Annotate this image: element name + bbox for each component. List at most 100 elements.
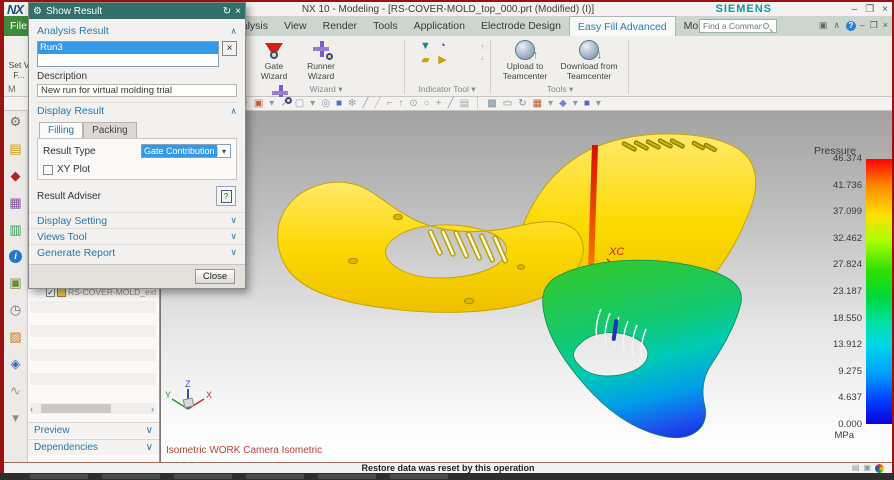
circle-center-icon[interactable]: ⊙ bbox=[409, 98, 417, 110]
dependencies-section[interactable]: Dependencies ∨ bbox=[28, 439, 159, 455]
doc-close-icon[interactable]: × bbox=[883, 20, 888, 31]
wizard-group-label[interactable]: Wizard ▾ bbox=[252, 84, 400, 95]
tab-view[interactable]: View bbox=[276, 16, 315, 36]
scrollbar-thumb[interactable] bbox=[41, 404, 111, 413]
gear-icon[interactable]: ⚙ bbox=[10, 115, 22, 129]
close-icon[interactable]: × bbox=[882, 4, 888, 15]
window-cascade-icon[interactable]: ▣ bbox=[863, 464, 871, 472]
system-clock-icon[interactable]: ◷ bbox=[10, 303, 21, 317]
indicator-group-label[interactable]: Indicator Tool ▾ bbox=[408, 84, 486, 95]
preview-section[interactable]: Preview ∨ bbox=[28, 422, 159, 438]
tab-tools[interactable]: Tools bbox=[365, 16, 406, 36]
flow-indicator-icon[interactable]: ▰ bbox=[418, 54, 433, 66]
dialog-title-bar[interactable]: ⚙ Show Result ↻ × bbox=[29, 3, 245, 19]
refresh-icon[interactable]: ↻ bbox=[518, 98, 526, 110]
sphere-icon[interactable]: ◎ bbox=[321, 98, 330, 110]
doc-minimize-icon[interactable]: – bbox=[860, 20, 865, 31]
spark-icon[interactable]: ✻ bbox=[348, 98, 356, 110]
rectangle-select-icon[interactable]: ▢ bbox=[295, 98, 304, 110]
tab-electrode-design[interactable]: Electrode Design bbox=[473, 16, 569, 36]
dropdown-icon[interactable]: ▾ bbox=[596, 98, 601, 110]
command-history-icon[interactable]: ▣ bbox=[819, 20, 828, 31]
generate-report-section[interactable]: Generate Report ∨ bbox=[29, 244, 245, 260]
find-command-box[interactable] bbox=[699, 19, 777, 33]
cube-icon[interactable]: ■ bbox=[336, 98, 342, 110]
polyline-icon[interactable]: ⌐ bbox=[386, 98, 392, 110]
history-icon[interactable]: ▣ bbox=[9, 276, 21, 290]
fill-indicator-icon[interactable]: ▼ bbox=[418, 40, 433, 52]
restore-icon[interactable]: ❐ bbox=[865, 4, 874, 15]
upload-teamcenter-button[interactable]: ↑ Upload to Teamcenter bbox=[496, 38, 554, 82]
assembly-navigator-icon[interactable]: ▦ bbox=[9, 196, 21, 210]
display-result-section[interactable]: Display Result ∧ bbox=[37, 103, 237, 119]
download-teamcenter-button[interactable]: ↓ Download from Teamcenter bbox=[557, 38, 621, 82]
display-setting-section[interactable]: Display Setting ∨ bbox=[29, 212, 245, 228]
web-browser-icon[interactable]: i bbox=[9, 250, 22, 263]
sheet-icon[interactable]: ▤ bbox=[460, 98, 469, 110]
chevron-down-icon[interactable]: ▾ bbox=[217, 146, 230, 156]
collapse-ribbon-icon[interactable]: ∧ bbox=[833, 20, 840, 31]
divider-icon[interactable]: │ bbox=[475, 98, 481, 110]
description-field[interactable]: New run for virtual molding trial bbox=[37, 84, 237, 97]
shade-icon[interactable]: ◆ bbox=[559, 98, 567, 110]
reset-icon[interactable]: ↻ bbox=[223, 6, 231, 17]
scroll-right-icon[interactable]: › bbox=[151, 404, 154, 414]
run-list[interactable]: Run3 bbox=[37, 41, 220, 67]
tab-render[interactable]: Render bbox=[315, 16, 365, 36]
touch-icon[interactable]: ◈ bbox=[11, 357, 21, 371]
runner-wizard-button[interactable]: Runner Wizard bbox=[299, 38, 343, 82]
tab-packing[interactable]: Packing bbox=[83, 122, 137, 138]
slash-icon[interactable]: ╱ bbox=[448, 98, 454, 110]
weld-indicator-icon[interactable]: ▶ bbox=[435, 54, 450, 66]
graphics-window[interactable]: XC Y X Z Pressure 46.374 41.736 37.099 32.4… bbox=[160, 111, 892, 462]
tab-easy-fill-advanced[interactable]: Easy Fill Advanced bbox=[568, 16, 676, 36]
close-icon[interactable]: × bbox=[235, 6, 241, 17]
roles-icon[interactable]: ▨ bbox=[9, 330, 21, 344]
analysis-result-section[interactable]: Analysis Result ∧ bbox=[37, 23, 237, 39]
line2-icon[interactable]: ╱ bbox=[374, 98, 380, 110]
find-command-input[interactable] bbox=[700, 21, 762, 31]
delete-run-button[interactable]: × bbox=[222, 41, 237, 56]
horizontal-scrollbar[interactable]: ‹ › bbox=[30, 403, 156, 414]
indicator-tool-buttons[interactable]: ▼ ◔ ▰ ▶ bbox=[408, 38, 460, 68]
help-icon[interactable]: ? bbox=[846, 20, 856, 31]
minimize-icon[interactable]: – bbox=[852, 4, 858, 15]
scroll-down-icon[interactable]: ↓ bbox=[481, 55, 485, 62]
tab-application[interactable]: Application bbox=[406, 16, 473, 36]
tab-filling[interactable]: Filling bbox=[39, 122, 84, 138]
pane-icon[interactable]: ▭ bbox=[503, 98, 512, 110]
views-tool-section[interactable]: Views Tool ∨ bbox=[29, 228, 245, 244]
dropdown-icon[interactable]: ▾ bbox=[310, 98, 315, 110]
more-icon[interactable]: ▾ bbox=[12, 411, 19, 425]
run-list-item-selected[interactable]: Run3 bbox=[38, 42, 219, 54]
window-tile-icon[interactable]: ▤ bbox=[852, 464, 860, 472]
scroll-up-icon[interactable]: ↑ bbox=[481, 44, 485, 51]
dropdown-icon[interactable]: ▾ bbox=[573, 98, 578, 110]
result-type-dropdown[interactable]: Gate Contribution ▾ bbox=[141, 144, 231, 158]
dropdown-icon[interactable]: ▾ bbox=[548, 98, 553, 110]
xy-plot-checkbox[interactable] bbox=[43, 164, 53, 175]
taskbar[interactable] bbox=[0, 473, 894, 480]
tools-group-label[interactable]: Tools ▾ bbox=[496, 84, 624, 95]
doc-restore-icon[interactable]: ❐ bbox=[870, 20, 878, 31]
grid-icon[interactable]: ▦ bbox=[533, 98, 542, 110]
arrow-up-icon[interactable]: ↑ bbox=[398, 98, 403, 110]
dropdown-icon[interactable]: ▾ bbox=[269, 98, 274, 110]
time-indicator-icon[interactable]: ◔ bbox=[435, 40, 450, 52]
wave-icon[interactable]: ∿ bbox=[10, 384, 21, 398]
point-dialog-icon[interactable]: ▣ bbox=[254, 98, 263, 110]
globe-icon[interactable] bbox=[875, 463, 884, 473]
scroll-left-icon[interactable]: ‹ bbox=[30, 404, 33, 414]
close-button[interactable]: Close bbox=[195, 269, 235, 284]
plus-icon[interactable]: + bbox=[436, 98, 442, 110]
circle-icon[interactable]: ○ bbox=[424, 98, 430, 110]
window-icon[interactable]: ▩ bbox=[487, 98, 496, 110]
constraint-navigator-icon[interactable]: ◆ bbox=[11, 169, 21, 183]
line-icon[interactable]: ╱ bbox=[362, 98, 368, 110]
indicator-icons: ▼ ◔ ▰ ▶ bbox=[418, 40, 450, 66]
solid-cube-icon[interactable]: ■ bbox=[584, 98, 590, 110]
part-navigator-icon[interactable]: ▤ bbox=[9, 142, 21, 156]
gate-wizard-button[interactable]: Gate Wizard bbox=[252, 38, 296, 82]
result-adviser-button[interactable]: ? bbox=[216, 186, 236, 206]
reuse-library-icon[interactable]: ▥ bbox=[9, 223, 21, 237]
